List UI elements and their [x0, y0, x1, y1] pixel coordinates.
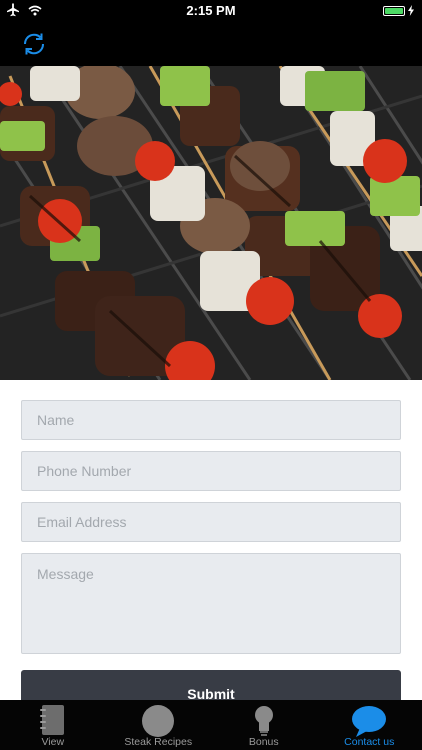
tab-label: Contact us — [344, 736, 395, 748]
chat-bubble-icon — [352, 706, 387, 737]
lightbulb-icon — [254, 706, 273, 736]
tab-view[interactable]: View — [0, 700, 106, 750]
contact-form: Submit — [21, 400, 401, 712]
circle-icon — [142, 705, 175, 737]
tab-bar: View Steak Recipes Bonus Contact us — [0, 700, 422, 750]
notebook-icon — [39, 705, 64, 735]
tab-bonus[interactable]: Bonus — [211, 700, 317, 750]
phone-input[interactable] — [21, 451, 401, 491]
status-bar: 2:15 PM — [0, 0, 422, 22]
name-input[interactable] — [21, 400, 401, 440]
charging-icon — [408, 5, 414, 16]
tab-steak-recipes[interactable]: Steak Recipes — [106, 700, 212, 750]
tab-contact-us[interactable]: Contact us — [317, 700, 422, 750]
hero-image — [0, 66, 422, 380]
tab-label: Bonus — [248, 736, 279, 748]
email-input[interactable] — [21, 502, 401, 542]
status-time: 2:15 PM — [186, 3, 236, 18]
battery-indicator — [383, 5, 414, 16]
message-input[interactable] — [21, 553, 401, 654]
battery-icon — [383, 5, 405, 16]
refresh-icon — [23, 33, 45, 55]
grilled-kebab-photo — [0, 66, 422, 380]
tab-label: View — [41, 736, 65, 748]
nav-bar — [0, 22, 422, 66]
tab-label: Steak Recipes — [124, 736, 193, 748]
refresh-button[interactable] — [20, 30, 48, 58]
